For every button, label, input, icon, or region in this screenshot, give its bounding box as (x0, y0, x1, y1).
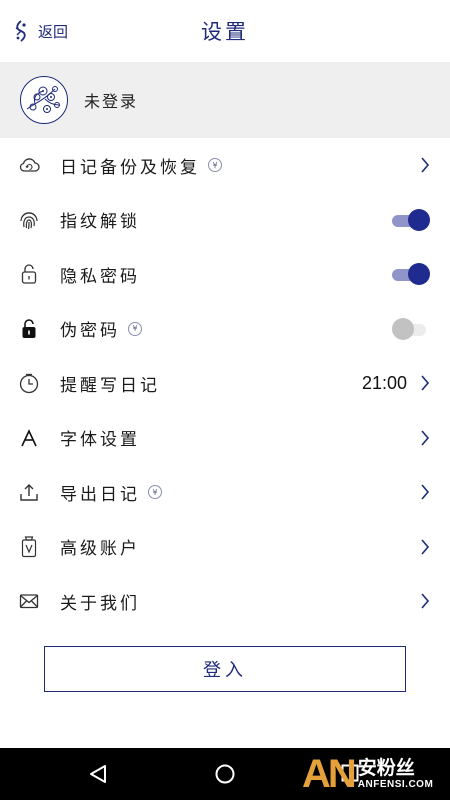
setting-backup-restore[interactable]: 日记备份及恢复 ¥ (0, 138, 450, 193)
toggle-knob (408, 208, 430, 231)
setting-label: 高级账户 (60, 539, 140, 560)
cloud-icon (18, 154, 40, 176)
vip-coin-icon: ¥ (128, 321, 142, 336)
setting-label: 导出日记 ¥ (60, 480, 162, 505)
setting-fake-password[interactable]: 伪密码 ¥ (0, 302, 450, 357)
flower-avatar-icon (26, 86, 60, 113)
settings-list: 日记备份及恢复 ¥ 指纹解锁 隐私密码 伪密码 ¥ 提醒写日记 21:00 字体… (0, 138, 450, 629)
watermark-logo: AN (302, 752, 357, 796)
chevron-right-icon (421, 157, 430, 173)
setting-label: 隐私密码 (60, 266, 140, 287)
setting-label: 指纹解锁 (60, 212, 140, 233)
avatar (20, 76, 68, 124)
nav-home-icon[interactable] (214, 763, 236, 785)
vip-coin-icon: ¥ (208, 158, 222, 173)
chevron-right-icon (421, 593, 430, 609)
setting-label: 关于我们 (60, 593, 140, 614)
clock-icon (18, 372, 40, 394)
setting-premium-account[interactable]: 高级账户 (0, 520, 450, 575)
nav-back-icon[interactable] (88, 764, 108, 784)
setting-label: 提醒写日记 (60, 375, 160, 396)
fake-password-toggle[interactable] (392, 317, 428, 340)
mail-icon (18, 590, 40, 612)
top-bar: 返回 设置 (0, 0, 450, 62)
font-icon (18, 427, 40, 449)
vip-coin-icon: ¥ (148, 485, 162, 500)
toggle-knob (408, 263, 430, 286)
setting-label: 日记备份及恢复 ¥ (60, 153, 222, 178)
chevron-right-icon (421, 484, 430, 500)
system-nav-bar: AN 安粉丝 ANFENSI.COM (0, 748, 450, 800)
privacy-password-toggle[interactable] (392, 263, 430, 286)
setting-label: 伪密码 ¥ (60, 316, 142, 341)
profile-row[interactable]: 未登录 (0, 62, 450, 138)
chevron-right-icon (421, 375, 430, 391)
page-title: 设置 (201, 20, 249, 44)
watermark-en: ANFENSI.COM (357, 779, 434, 790)
reminder-time-value: 21:00 (361, 372, 407, 393)
setting-fingerprint-unlock[interactable]: 指纹解锁 (0, 193, 450, 248)
setting-privacy-password[interactable]: 隐私密码 (0, 247, 450, 302)
setting-label: 字体设置 (60, 430, 140, 451)
watermark: AN 安粉丝 ANFENSI.COM (302, 750, 433, 798)
chevron-right-icon (421, 430, 430, 446)
lock-filled-icon (18, 318, 40, 340)
upload-icon (18, 481, 40, 503)
setting-about-us[interactable]: 关于我们 (0, 574, 450, 629)
setting-diary-reminder[interactable]: 提醒写日记 21:00 (0, 356, 450, 411)
vip-badge-icon (18, 536, 40, 558)
fingerprint-toggle[interactable] (392, 208, 430, 231)
login-status: 未登录 (84, 92, 139, 111)
setting-font[interactable]: 字体设置 (0, 411, 450, 466)
fingerprint-icon (18, 209, 40, 231)
login-button[interactable]: 登入 (44, 646, 406, 692)
setting-export-diary[interactable]: 导出日记 ¥ (0, 465, 450, 520)
toggle-knob (392, 317, 414, 340)
watermark-text: 安粉丝 ANFENSI.COM (358, 757, 434, 791)
chevron-right-icon (421, 539, 430, 555)
watermark-cn: 安粉丝 (357, 757, 415, 779)
lock-outline-icon (18, 263, 40, 285)
